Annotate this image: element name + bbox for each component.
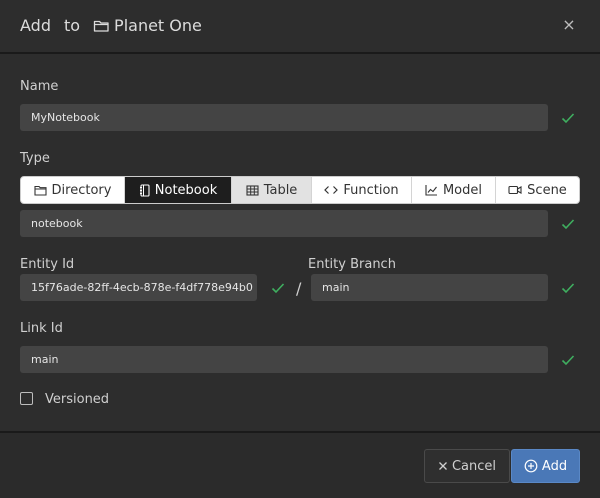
type-option-label: Directory [51, 182, 112, 198]
type-valid-check-icon [561, 219, 575, 230]
link-id-label: Link Id [20, 321, 63, 336]
entity-branch-label: Entity Branch [308, 257, 396, 272]
type-option-scene[interactable]: Scene [496, 177, 579, 203]
type-selector: Directory Notebook Table Function Model … [20, 176, 580, 204]
entity-id-input[interactable]: 15f76ade-82ff-4ecb-878e-f4df778e94b0 [20, 274, 257, 301]
folder-icon [93, 20, 109, 32]
type-option-function[interactable]: Function [312, 177, 412, 203]
type-value-input[interactable]: notebook [20, 210, 548, 237]
versioned-label: Versioned [45, 392, 110, 407]
type-option-label: Notebook [154, 182, 218, 198]
table-icon [246, 184, 259, 196]
add-button[interactable]: Add [511, 449, 580, 483]
type-option-label: Function [343, 182, 399, 198]
folder-icon [33, 185, 47, 196]
entity-id-label: Entity Id [20, 257, 75, 272]
video-icon [508, 185, 522, 195]
type-option-notebook[interactable]: Notebook [125, 177, 232, 203]
title-to-text: to [63, 16, 81, 35]
versioned-checkbox[interactable] [20, 392, 33, 405]
title-add-text: Add [20, 16, 51, 35]
entity-branch-valid-check-icon [561, 283, 575, 294]
title-target-text: Planet One [114, 16, 202, 35]
cancel-button[interactable]: Cancel [424, 449, 510, 483]
name-label: Name [20, 79, 59, 94]
type-option-table[interactable]: Table [232, 177, 312, 203]
add-entity-dialog: Add to Planet One × Name MyNotebook Type… [0, 0, 600, 498]
close-icon[interactable]: × [562, 17, 576, 33]
type-option-label: Scene [527, 182, 567, 198]
notebook-icon [139, 183, 150, 197]
close-icon [439, 462, 447, 470]
cancel-button-label: Cancel [451, 458, 497, 474]
plus-circle-icon [524, 459, 538, 473]
dialog-header: Add to Planet One × [0, 0, 600, 54]
link-id-input[interactable]: main [20, 346, 548, 373]
entity-id-valid-check-icon [271, 283, 285, 294]
chart-line-icon [425, 185, 437, 196]
name-input[interactable]: MyNotebook [20, 104, 548, 131]
code-icon [324, 186, 339, 194]
dialog-title: Add to Planet One [20, 16, 202, 35]
type-option-directory[interactable]: Directory [21, 177, 125, 203]
id-branch-separator: / [296, 279, 302, 298]
link-id-valid-check-icon [561, 355, 575, 366]
type-label: Type [20, 151, 50, 166]
add-button-label: Add [541, 458, 568, 474]
dialog-footer: Cancel Add [0, 431, 600, 498]
entity-branch-input[interactable]: main [311, 274, 548, 301]
type-option-label: Model [442, 182, 483, 198]
name-valid-check-icon [561, 113, 575, 124]
type-option-model[interactable]: Model [412, 177, 496, 203]
type-option-label: Table [263, 182, 298, 198]
